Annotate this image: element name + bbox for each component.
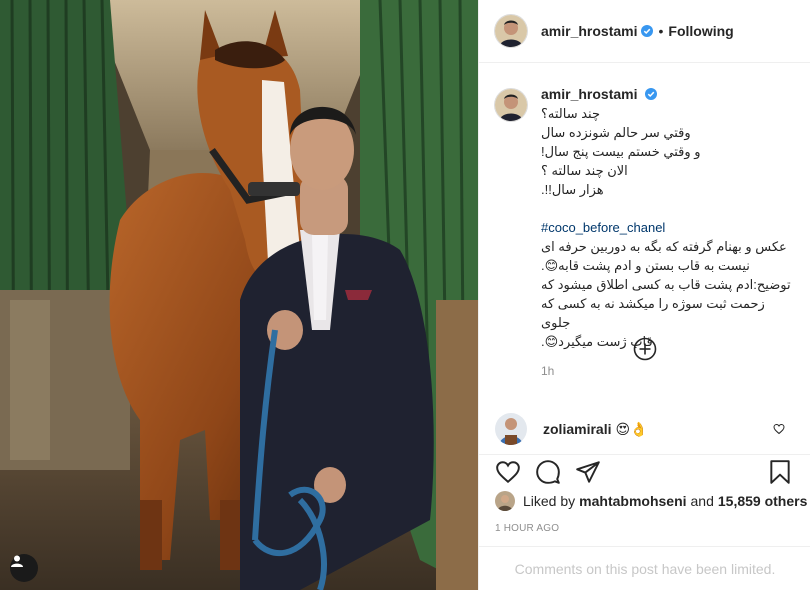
caption-avatar-image xyxy=(495,89,527,121)
caption-section: amir_hrostami چند سالته؟ وقتي سر حالم شو… xyxy=(479,63,810,393)
caption-line: و وقتي خستم بيست پنج سال! xyxy=(541,144,701,159)
caption-username[interactable]: amir_hrostami xyxy=(541,86,637,102)
heart-icon[interactable] xyxy=(495,459,521,485)
post-side-panel: amir_hrostami • Following amir_hrostami … xyxy=(478,0,810,590)
liker-username[interactable]: mahtabmohseni xyxy=(579,493,686,509)
separator-dot: • xyxy=(658,23,664,39)
instagram-post: amir_hrostami • Following amir_hrostami … xyxy=(0,0,810,590)
caption-body: amir_hrostami چند سالته؟ وقتي سر حالم شو… xyxy=(541,86,794,381)
likes-summary: Liked by mahtabmohseni and 15,859 others xyxy=(495,491,807,511)
verified-badge-icon xyxy=(641,25,654,37)
comment-item: zoliamirali 😍👌 xyxy=(495,413,795,445)
comment-text: 😍👌 xyxy=(615,420,648,437)
likes-count[interactable]: 15,859 others xyxy=(718,493,808,509)
post-header: amir_hrostami • Following xyxy=(479,0,810,63)
caption-line: نيست به قاب بستن و ادم پشت قابه😊. xyxy=(541,258,750,273)
following-button[interactable]: Following xyxy=(668,23,733,39)
caption-text: چند سالته؟ وقتي سر حالم شونزده سال و وقت… xyxy=(541,104,794,351)
hashtag-link[interactable]: #coco_before_chanel xyxy=(541,218,794,237)
comment-like-heart-icon[interactable] xyxy=(773,423,785,435)
likes-and: and xyxy=(690,493,714,509)
caption-line: عكس و بهنام گرفته كه بگه به دوربين حرفه … xyxy=(541,239,787,254)
liker-avatar-image xyxy=(495,491,515,511)
bookmark-icon[interactable] xyxy=(767,459,793,485)
add-circle-icon[interactable] xyxy=(633,337,657,361)
share-icon[interactable] xyxy=(575,459,601,485)
caption-line: وقتي سر حالم شونزده سال xyxy=(541,125,691,140)
caption-line: هزار سال!!. xyxy=(541,182,604,197)
liker-avatar[interactable] xyxy=(495,491,515,511)
caption-line: الان چند سالته ؟ xyxy=(541,163,628,178)
tag-person-icon[interactable] xyxy=(10,554,38,582)
caption-avatar[interactable] xyxy=(495,89,527,121)
caption-line: توضيح:ادم پشت قاب به كسى اطلاق ميشود كه xyxy=(541,277,791,292)
post-photo[interactable] xyxy=(0,0,478,590)
person-glyph xyxy=(11,555,23,567)
likes-prefix: Liked by xyxy=(523,493,576,509)
caption-time[interactable]: 1h xyxy=(541,362,794,381)
verified-badge-icon xyxy=(645,88,658,100)
action-bar xyxy=(479,454,810,491)
commenter-avatar-image xyxy=(495,413,527,445)
caption-line: چند سالته؟ xyxy=(541,106,601,121)
commenter-avatar[interactable] xyxy=(495,413,527,445)
commenter-username[interactable]: zoliamirali xyxy=(543,421,611,437)
caption-line: قاب ژست ميگيرد😊. xyxy=(541,334,653,349)
comments-limited-notice: Comments on this post have been limited. xyxy=(479,546,810,591)
comment-icon[interactable] xyxy=(535,459,561,485)
author-username[interactable]: amir_hrostami xyxy=(541,23,637,39)
author-avatar[interactable] xyxy=(495,15,527,47)
post-timestamp[interactable]: 1 HOUR AGO xyxy=(495,523,559,534)
caption-line: زحمت ثبت سوژه را ميكشد نه به كسى كه جلوى xyxy=(541,296,765,330)
avatar-image xyxy=(495,15,527,47)
photo-illustration xyxy=(0,0,478,590)
